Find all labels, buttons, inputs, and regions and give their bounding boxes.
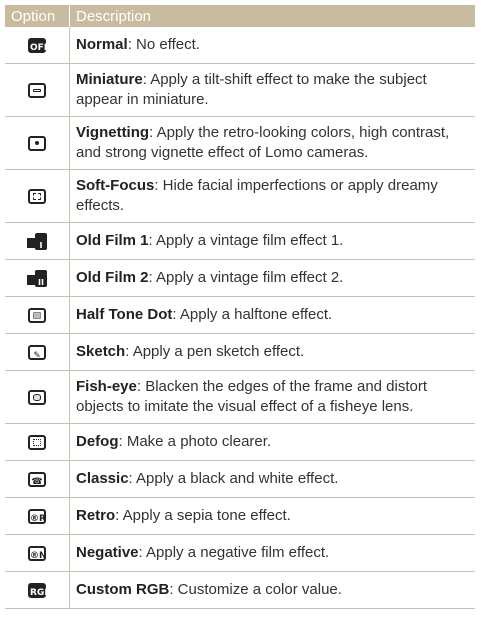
defog-icon (28, 434, 46, 450)
column-header-option: Option (5, 5, 70, 27)
option-description: : Apply a pen sketch effect. (125, 343, 305, 360)
option-name: Miniature (76, 71, 143, 88)
sketch-icon: ✎ (28, 344, 46, 361)
table-row: Defog: Make a photo clearer. (5, 423, 475, 461)
option-description: : Apply a vintage film effect 1. (148, 232, 344, 249)
table-row: Soft-Focus: Hide facial imperfections or… (5, 169, 475, 223)
option-name: Vignetting (76, 124, 150, 141)
option-description: : Customize a color value. (169, 581, 342, 598)
option-name: Negative (76, 544, 139, 561)
negative-icon: ®N (28, 545, 47, 561)
classic-icon: ☎ (28, 471, 46, 487)
table-row: Half Tone Dot: Apply a halftone effect. (5, 296, 475, 334)
option-description: : Apply a negative film effect. (138, 544, 330, 561)
table-row: Miniature: Apply a tilt-shift effect to … (5, 63, 475, 117)
option-name: Retro (76, 507, 116, 524)
option-name: Old Film 1 (76, 232, 149, 249)
old-film-2-icon: II (27, 269, 47, 287)
option-name: Soft-Focus (76, 177, 155, 194)
option-description: : Make a photo clearer. (118, 433, 272, 450)
option-name: Defog (76, 433, 119, 450)
normal-off-icon: OFF (28, 37, 50, 53)
option-description: : No effect. (127, 36, 200, 53)
option-name: Half Tone Dot (76, 306, 173, 323)
old-film-1-icon: I (27, 232, 47, 250)
table-row: ✎ Sketch: Apply a pen sketch effect. (5, 333, 475, 371)
column-header-description: Description (69, 5, 475, 27)
fish-eye-icon (28, 389, 46, 405)
vignetting-icon (28, 135, 46, 151)
table-row: Fish-eye: Blacken the edges of the frame… (5, 370, 475, 424)
half-tone-dot-icon (28, 307, 46, 323)
table-row: II Old Film 2: Apply a vintage film effe… (5, 259, 475, 297)
option-description: : Apply a vintage film effect 2. (148, 269, 344, 286)
table-row: I Old Film 1: Apply a vintage film effec… (5, 222, 475, 260)
table-row: RGB Custom RGB: Customize a color value. (5, 571, 475, 609)
option-name: Old Film 2 (76, 269, 149, 286)
option-name: Normal (76, 36, 128, 53)
table-header-row: Option Description (5, 5, 475, 27)
option-name: Custom RGB (76, 581, 170, 598)
custom-rgb-icon: RGB (28, 582, 51, 598)
table-row: ☎ Classic: Apply a black and white effec… (5, 460, 475, 498)
table-row: Vignetting: Apply the retro-looking colo… (5, 116, 475, 170)
options-table: Option Description OFF Normal: No effect… (5, 5, 475, 609)
table-row: ®R Retro: Apply a sepia tone effect. (5, 497, 475, 535)
miniature-icon (28, 82, 46, 98)
option-name: Classic (76, 470, 129, 487)
option-description: : Apply a sepia tone effect. (115, 507, 291, 524)
table-row: ®N Negative: Apply a negative film effec… (5, 534, 475, 572)
option-description: : Apply a halftone effect. (172, 306, 333, 323)
option-description: : Apply a black and white effect. (128, 470, 339, 487)
soft-focus-icon (28, 188, 46, 204)
option-name: Sketch (76, 343, 126, 360)
option-name: Fish-eye (76, 378, 137, 395)
table-row: OFF Normal: No effect. (5, 27, 475, 64)
retro-icon: ®R (28, 508, 46, 524)
